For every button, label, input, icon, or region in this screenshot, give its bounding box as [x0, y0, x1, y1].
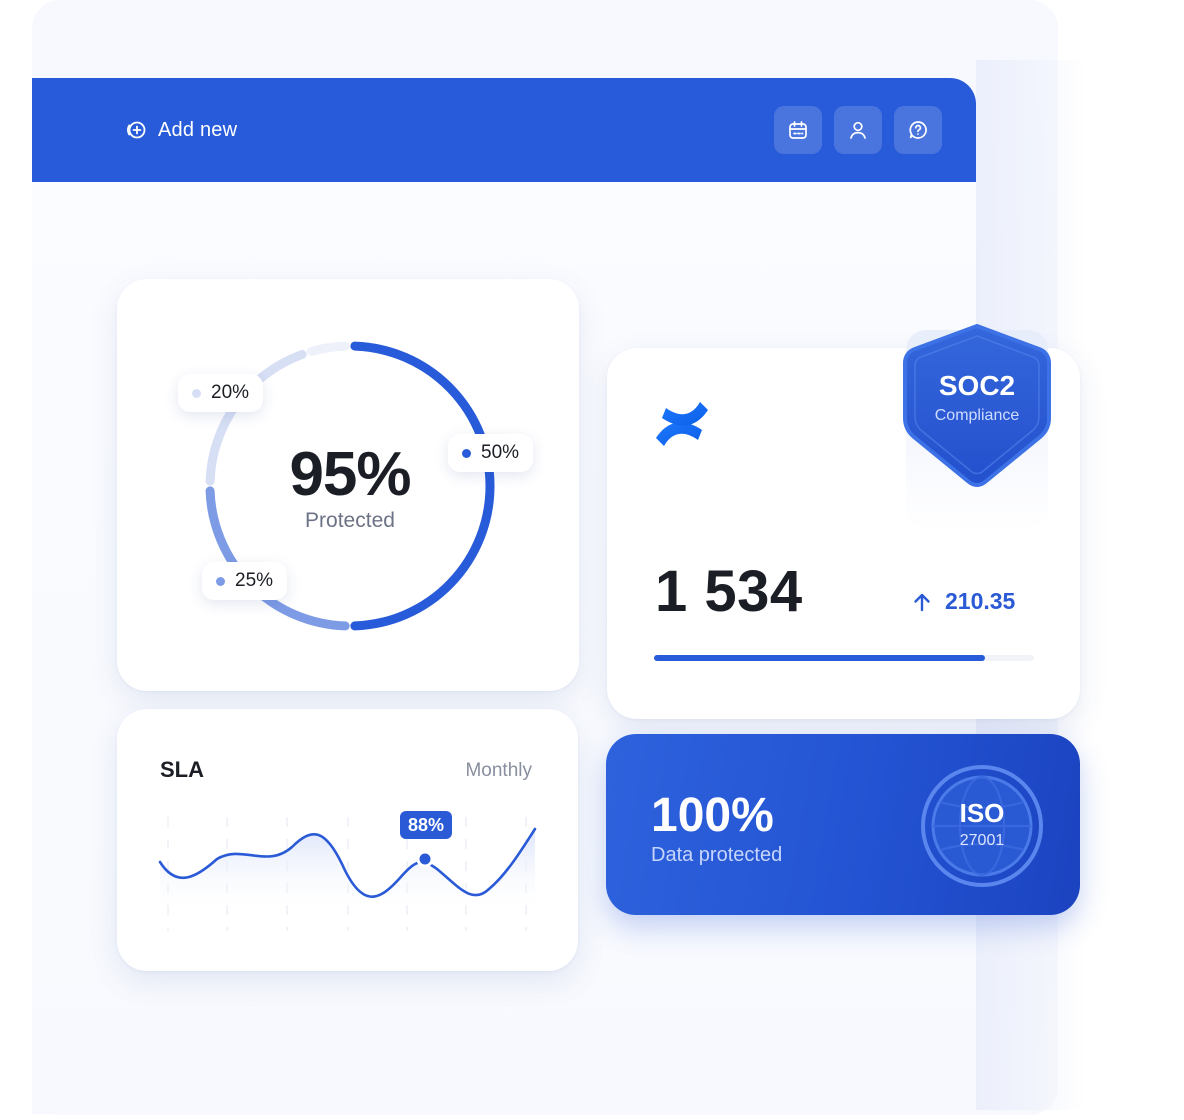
iso-card: 100% Data protected ISO 27001: [606, 734, 1080, 915]
iso-badge-title: ISO: [959, 798, 1005, 828]
metric-progress-bar: [654, 655, 1034, 661]
iso-badge-subtitle: 27001: [959, 832, 1005, 849]
protection-value: 95%: [289, 440, 411, 509]
calendar-button[interactable]: [774, 106, 822, 154]
segment-pill-20: 20%: [178, 374, 264, 412]
iso-value: 100%: [651, 789, 774, 842]
sla-highlight-point[interactable]: [416, 850, 434, 868]
legend-dot: [192, 388, 201, 398]
legend-dot: [216, 576, 225, 586]
top-header: Add new: [32, 78, 976, 182]
iso-label: Data protected: [651, 844, 783, 866]
add-new-label: Add new: [158, 118, 238, 141]
soc2-subtitle: Compliance: [934, 407, 1020, 424]
confluence-logo-icon: [656, 402, 708, 446]
sla-highlight-tooltip: 88%: [400, 811, 453, 839]
metric-progress-fill: [654, 655, 985, 661]
segment-label: 25%: [235, 570, 274, 591]
segment-pill-50: 50%: [448, 434, 534, 472]
soc2-title: SOC2: [938, 370, 1016, 401]
protection-label: Protected: [305, 509, 395, 532]
user-icon: [850, 121, 866, 139]
segment-pill-25: 25%: [202, 562, 288, 600]
soc2-shield-icon: [903, 323, 1051, 487]
metric-delta-value: 210.35: [945, 588, 1016, 614]
help-icon: [909, 121, 927, 139]
arrow-up-icon: [914, 593, 930, 611]
sla-line-chart: [158, 817, 537, 931]
add-new-button[interactable]: Add new: [124, 116, 237, 144]
metric-delta: 210.35: [911, 588, 1015, 615]
calendar-icon: [789, 121, 807, 139]
segment-label: 20%: [211, 382, 250, 403]
help-button[interactable]: [894, 106, 942, 154]
add-circle-icon: [127, 121, 146, 139]
segment-label: 50%: [481, 442, 520, 463]
donut-remaining-track: [306, 341, 350, 356]
protection-card: 95% Protected 20% 50% 25%: [117, 279, 579, 691]
metric-value: 1 534: [655, 559, 803, 624]
sla-card: SLA Monthly 88%: [117, 709, 578, 971]
legend-dot: [462, 448, 471, 458]
user-button[interactable]: [834, 106, 882, 154]
